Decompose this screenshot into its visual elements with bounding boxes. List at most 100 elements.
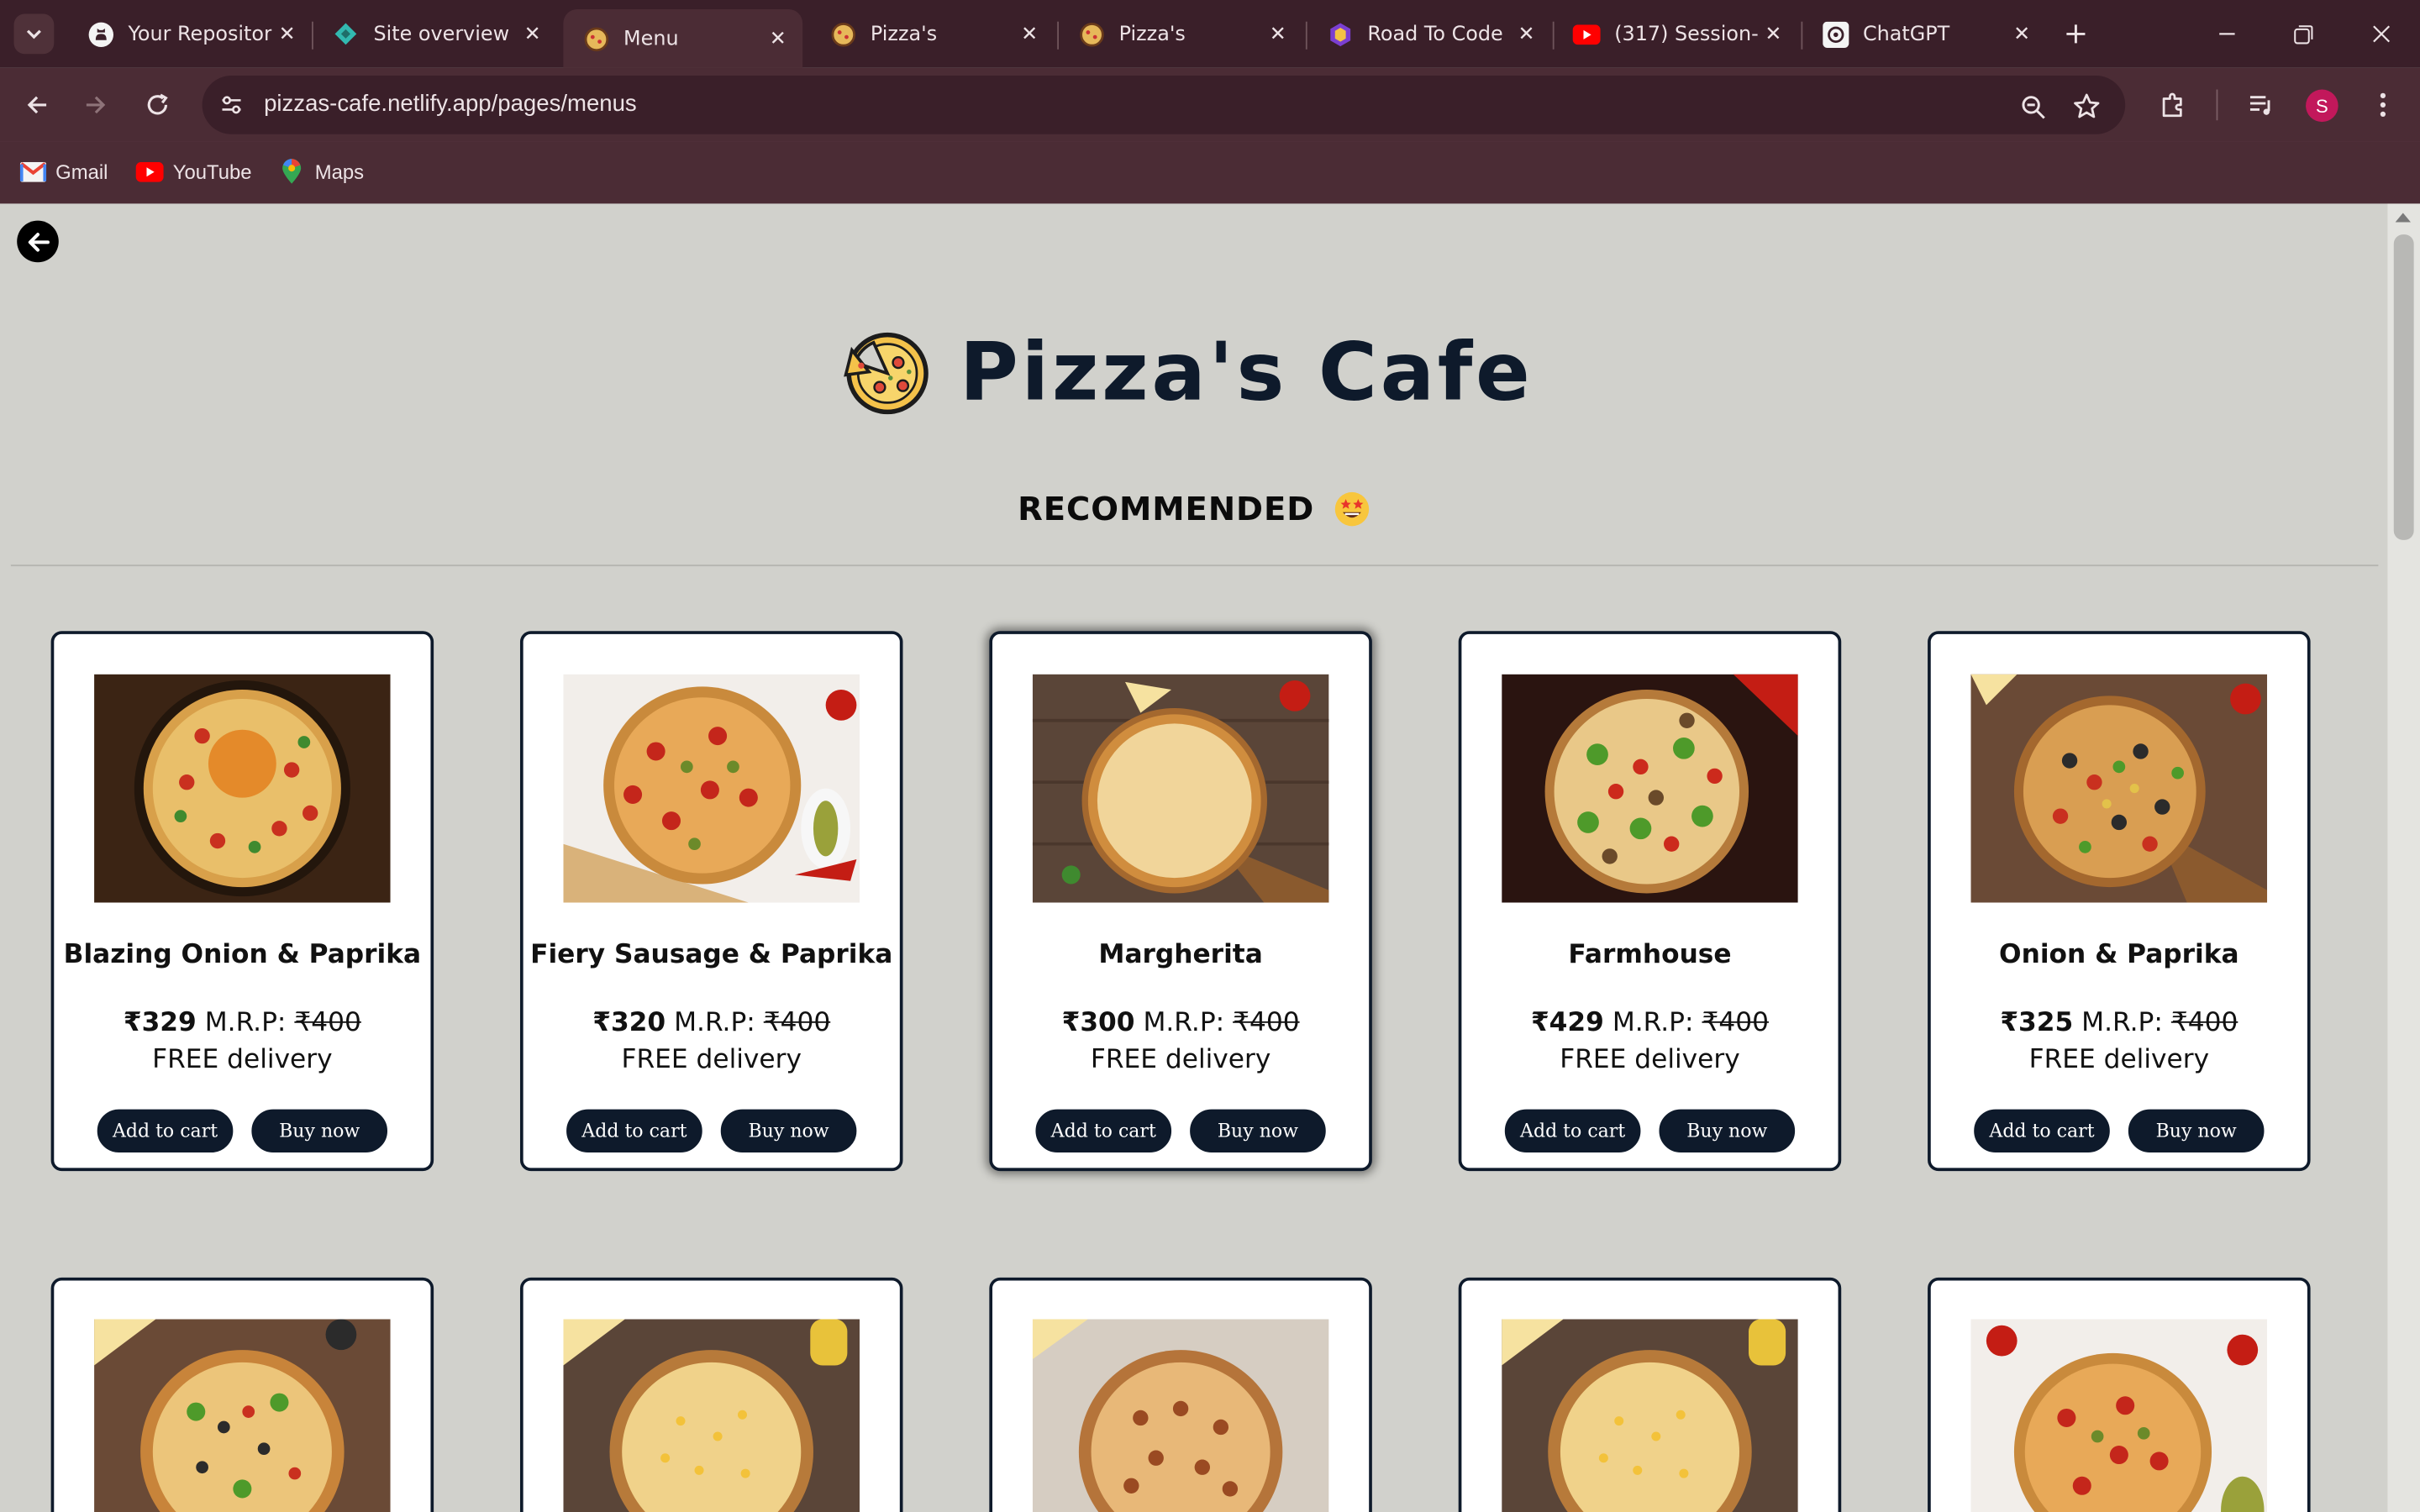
brand-header: Pizza's Cafe xyxy=(0,327,2387,420)
product-price-row: ₹329 M.R.P: ₹400 xyxy=(54,1007,430,1038)
pizza-icon xyxy=(1077,20,1105,48)
product-card xyxy=(50,1277,434,1512)
close-icon[interactable]: ✕ xyxy=(1758,18,1789,50)
restore-button[interactable] xyxy=(2280,13,2326,55)
forward-button[interactable] xyxy=(76,85,116,125)
bookmarks-bar: Gmail YouTube Maps xyxy=(0,141,2420,204)
buy-now-button[interactable]: Buy now xyxy=(1190,1109,1326,1153)
pizza-icon xyxy=(581,24,609,52)
tab-youtube-session[interactable]: (317) Session- ✕ xyxy=(1555,9,1798,59)
star-struck-emoji-icon xyxy=(1334,491,1369,527)
toolbar-divider xyxy=(2216,89,2218,121)
chrome-menu-button[interactable] xyxy=(2363,85,2403,125)
bookmark-gmail[interactable]: Gmail xyxy=(18,155,108,188)
plus-icon xyxy=(2066,24,2086,44)
star-icon xyxy=(2074,93,2100,118)
back-button[interactable] xyxy=(17,85,57,125)
product-image xyxy=(1032,674,1329,903)
url-text[interactable]: pizzas-cafe.netlify.app/pages/menus xyxy=(264,91,637,117)
new-tab-button[interactable] xyxy=(2057,15,2094,52)
scrollbar-thumb[interactable] xyxy=(2393,234,2414,540)
product-price-row: ₹300 M.R.P: ₹400 xyxy=(992,1007,1369,1038)
product-name: Blazing Onion & Paprika xyxy=(63,939,422,971)
mrp-price: ₹400 xyxy=(1702,1007,1769,1039)
add-to-cart-button[interactable]: Add to cart xyxy=(1035,1109,1172,1153)
product-price: ₹325 xyxy=(2000,1007,2074,1039)
zoom-button[interactable] xyxy=(2016,90,2049,123)
close-icon[interactable]: ✕ xyxy=(517,18,548,50)
mrp-price: ₹400 xyxy=(294,1007,361,1039)
mrp-price: ₹400 xyxy=(763,1007,831,1039)
address-bar[interactable]: pizzas-cafe.netlify.app/pages/menus xyxy=(202,76,2126,134)
tab-title: Site overview | xyxy=(373,22,518,46)
product-price-row: ₹325 M.R.P: ₹400 xyxy=(1931,1007,2307,1038)
close-icon[interactable]: ✕ xyxy=(271,18,302,50)
more-vertical-icon xyxy=(2380,92,2386,118)
bookmark-star-button[interactable] xyxy=(2070,90,2103,123)
scroll-up-arrow-icon[interactable] xyxy=(2395,213,2411,223)
tab-pizzas[interactable]: Pizza's ✕ xyxy=(810,9,1054,59)
close-icon[interactable]: ✕ xyxy=(2007,18,2038,50)
close-icon[interactable]: ✕ xyxy=(1014,18,1045,50)
minimize-button[interactable] xyxy=(2204,13,2250,55)
tab-netlify[interactable]: Site overview | ✕ xyxy=(313,9,557,59)
arrow-left-icon xyxy=(27,232,50,251)
add-to-cart-button[interactable]: Add to cart xyxy=(97,1109,234,1153)
navigation-toolbar: pizzas-cafe.netlify.app/pages/menus S xyxy=(0,67,2420,142)
tab-chatgpt[interactable]: ChatGPT ✕ xyxy=(1802,9,2046,59)
arrow-left-icon xyxy=(27,96,47,114)
tab-title: ChatGPT xyxy=(1862,22,1950,46)
buy-now-button[interactable]: Buy now xyxy=(720,1109,857,1153)
media-controls-button[interactable] xyxy=(2241,85,2281,125)
tab-search-button[interactable] xyxy=(13,13,55,55)
buy-now-button[interactable]: Buy now xyxy=(1659,1109,1796,1153)
bookmark-maps[interactable]: Maps xyxy=(278,155,364,188)
music-queue-icon xyxy=(2249,96,2270,115)
tab-github[interactable]: Your Repositor ✕ xyxy=(68,9,312,59)
product-image xyxy=(1970,1319,2268,1512)
buy-now-button[interactable]: Buy now xyxy=(2128,1109,2265,1153)
page-scrollbar[interactable] xyxy=(2387,203,2420,1512)
add-to-cart-button[interactable]: Add to cart xyxy=(1504,1109,1641,1153)
delivery-info: FREE delivery xyxy=(1560,1044,1740,1076)
section-divider xyxy=(10,564,2379,567)
mrp-label: M.R.P: xyxy=(2081,1007,2163,1039)
product-image xyxy=(1970,674,2268,903)
product-card xyxy=(989,1277,1372,1512)
section-title: RECOMMENDED xyxy=(1018,491,1315,528)
github-icon xyxy=(87,20,114,48)
product-price: ₹320 xyxy=(592,1007,666,1039)
tab-menu[interactable]: Menu ✕ xyxy=(563,9,803,68)
close-icon[interactable]: ✕ xyxy=(1511,18,1542,50)
close-icon[interactable]: ✕ xyxy=(762,24,793,55)
product-name: Fiery Sausage & Paprika xyxy=(530,939,893,971)
product-name: Farmhouse xyxy=(1568,939,1732,971)
extensions-button[interactable] xyxy=(2153,85,2193,125)
gmail-icon xyxy=(18,157,46,185)
close-window-button[interactable] xyxy=(2359,13,2405,55)
profile-avatar[interactable]: S xyxy=(2306,89,2338,123)
add-to-cart-button[interactable]: Add to cart xyxy=(566,1109,702,1153)
delivery-info: FREE delivery xyxy=(2028,1044,2210,1076)
close-icon[interactable]: ✕ xyxy=(1262,18,1293,50)
product-name: Onion & Paprika xyxy=(1999,939,2239,971)
page-content: Pizza's Cafe RECOMMENDED Blazing Onion &… xyxy=(0,203,2388,1512)
product-image xyxy=(563,1319,860,1512)
add-to-cart-button[interactable]: Add to cart xyxy=(1974,1109,2110,1153)
pizza-logo-icon xyxy=(843,332,929,415)
product-card: Fiery Sausage & Paprika ₹320 M.R.P: ₹400… xyxy=(519,631,903,1172)
bookmark-youtube[interactable]: YouTube xyxy=(135,155,252,188)
reload-icon xyxy=(147,93,168,115)
tab-strip: Your Repositor ✕ Site overview | ✕ Menu … xyxy=(0,0,2420,68)
bookmark-label: Gmail xyxy=(55,160,108,183)
product-image xyxy=(1502,674,1798,903)
tab-pizzas-2[interactable]: Pizza's ✕ xyxy=(1059,9,1302,59)
site-info-button[interactable] xyxy=(212,85,252,125)
page-back-button[interactable] xyxy=(17,220,59,263)
buy-now-button[interactable]: Buy now xyxy=(251,1109,388,1153)
tab-road-to-code[interactable]: Road To Code ✕ xyxy=(1307,9,1551,59)
minimize-icon xyxy=(2219,33,2235,35)
product-price-row: ₹429 M.R.P: ₹400 xyxy=(1461,1007,1838,1038)
mrp-label: M.R.P: xyxy=(204,1007,287,1039)
reload-button[interactable] xyxy=(137,85,177,125)
